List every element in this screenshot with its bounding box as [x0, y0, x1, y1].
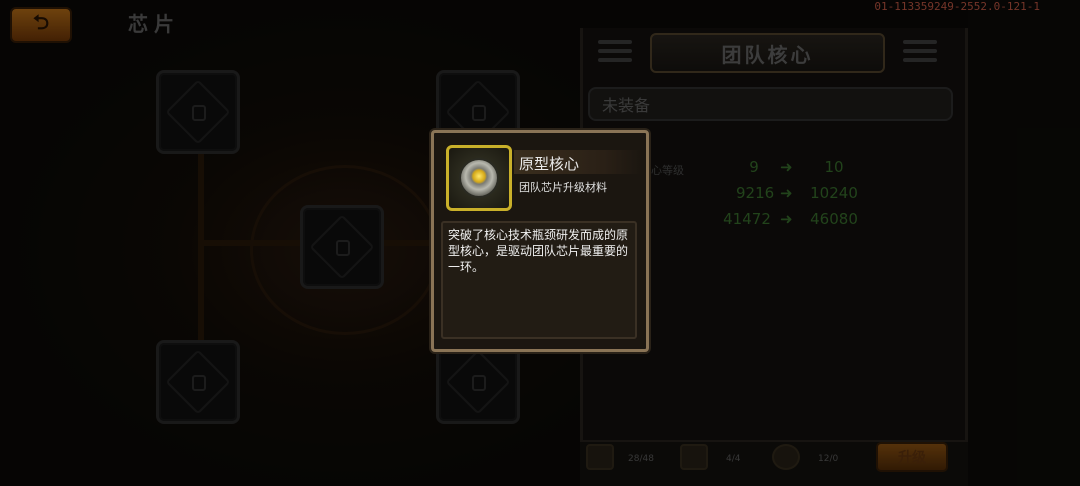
item-description: 突破了核心技术瓶颈研发而成的原型核心，是驱动团队芯片最重要的一环。	[448, 228, 629, 274]
item-name: 原型核心	[519, 155, 580, 173]
item-type: 团队芯片升级材料	[519, 181, 607, 194]
prototype-core-icon	[446, 145, 512, 211]
